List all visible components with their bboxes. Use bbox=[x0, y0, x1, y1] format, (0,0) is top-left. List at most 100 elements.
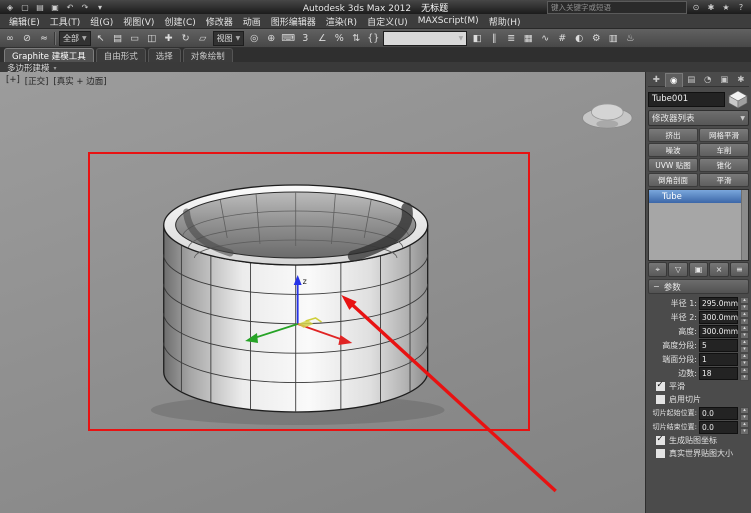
viewport-pov-label[interactable]: [正交] bbox=[25, 75, 49, 87]
menu-item[interactable]: 修改器 bbox=[201, 14, 238, 28]
menu-item[interactable]: 自定义(U) bbox=[362, 14, 413, 28]
rectangular-selection-region-icon[interactable]: ▭ bbox=[127, 31, 143, 46]
named-selection-sets-combo[interactable]: ▼ bbox=[383, 30, 468, 46]
parameter-value-field[interactable]: 0.0 bbox=[699, 406, 738, 420]
use-pivot-center-icon[interactable]: ◎ bbox=[246, 31, 262, 46]
viewport-general-menu[interactable]: [+] bbox=[6, 75, 20, 87]
parameter-value-field[interactable]: 18 bbox=[699, 366, 738, 380]
modifier-list-dropdown[interactable]: 修改器列表 ▼ bbox=[648, 110, 749, 126]
reference-coordinate-dropdown[interactable]: 视图 ▼ bbox=[212, 30, 245, 46]
show-end-result-icon[interactable]: ▽ bbox=[668, 262, 688, 277]
modifier-stack-item[interactable]: Tube bbox=[649, 190, 748, 203]
menu-item[interactable]: 图形编辑器 bbox=[266, 14, 321, 28]
viewport[interactable]: [+] [正交] [真实 + 边面] z bbox=[0, 72, 645, 513]
menu-item[interactable]: 工具(T) bbox=[45, 14, 86, 28]
modifier-stack[interactable]: Tube bbox=[648, 189, 749, 261]
modifier-preset-button[interactable]: 网格平滑 bbox=[699, 128, 749, 142]
modifier-preset-button[interactable]: UVW 贴图 bbox=[648, 158, 698, 172]
parameter-value-field[interactable]: 300.0mm bbox=[699, 310, 738, 324]
modifier-preset-button[interactable]: 锥化 bbox=[699, 158, 749, 172]
redo-icon[interactable]: ↷ bbox=[78, 1, 92, 13]
viewport-shading-label[interactable]: [真实 + 边面] bbox=[53, 75, 106, 87]
parameter-value-field[interactable]: 295.0mm bbox=[699, 296, 738, 310]
tab-hierarchy-icon[interactable]: ▤ bbox=[683, 73, 700, 87]
object-name-field[interactable]: Tube001 bbox=[648, 91, 725, 107]
curve-editor-icon[interactable]: ∿ bbox=[537, 31, 553, 46]
angle-snap-icon[interactable]: ∠ bbox=[314, 31, 330, 46]
spinner-arrows[interactable]: ▴ ▾ bbox=[740, 407, 749, 421]
ribbon-tab[interactable]: Graphite 建模工具 bbox=[4, 48, 94, 62]
edit-named-selection-sets-icon[interactable]: {} bbox=[365, 31, 381, 46]
help-icon[interactable]: ? bbox=[734, 1, 748, 13]
checkbox[interactable] bbox=[655, 448, 666, 459]
select-object-icon[interactable]: ↖ bbox=[93, 31, 109, 46]
keyboard-shortcut-override-icon[interactable]: ⌨ bbox=[280, 31, 296, 46]
spinner-arrows[interactable]: ▴ ▾ bbox=[740, 353, 749, 367]
search-input[interactable] bbox=[547, 0, 687, 14]
chevron-down-icon[interactable]: ▾ bbox=[54, 65, 57, 72]
modifier-preset-button[interactable]: 车削 bbox=[699, 143, 749, 157]
modifier-preset-button[interactable]: 挤出 bbox=[648, 128, 698, 142]
project-menu-icon[interactable]: ▾ bbox=[93, 1, 107, 13]
menu-item[interactable]: MAXScript(M) bbox=[413, 14, 484, 28]
modifier-preset-button[interactable]: 噪波 bbox=[648, 143, 698, 157]
spinner-arrows[interactable]: ▴ ▾ bbox=[740, 421, 749, 435]
menu-item[interactable]: 动画 bbox=[238, 14, 266, 28]
save-scene-icon[interactable]: ▣ bbox=[48, 1, 62, 13]
menu-item[interactable]: 帮助(H) bbox=[484, 14, 526, 28]
modifier-preset-button[interactable]: 平滑 bbox=[699, 173, 749, 187]
favorites-icon[interactable]: ★ bbox=[719, 1, 733, 13]
spinner-arrows[interactable]: ▴ ▾ bbox=[740, 297, 749, 311]
schematic-view-icon[interactable]: # bbox=[554, 31, 570, 46]
scrollbar[interactable] bbox=[741, 190, 748, 260]
parameter-value-field[interactable]: 300.0mm bbox=[699, 324, 738, 338]
checkbox[interactable] bbox=[655, 434, 666, 446]
configure-modifier-sets-icon[interactable]: ≡ bbox=[729, 262, 750, 277]
ribbon-tab[interactable]: 对象绘制 bbox=[182, 48, 233, 62]
material-editor-icon[interactable]: ◐ bbox=[571, 31, 587, 46]
selection-filter-dropdown[interactable]: 全部 ▼ bbox=[59, 30, 91, 46]
ribbon-tab[interactable]: 自由形式 bbox=[95, 48, 146, 62]
app-logo-icon[interactable]: ◈ bbox=[3, 1, 17, 13]
tab-create-icon[interactable]: ✚ bbox=[648, 73, 665, 87]
select-and-rotate-icon[interactable]: ↻ bbox=[178, 31, 194, 46]
pin-stack-icon[interactable]: ⌖ bbox=[648, 262, 668, 277]
menu-item[interactable]: 编辑(E) bbox=[4, 14, 45, 28]
spinner-arrows[interactable]: ▴ ▾ bbox=[740, 325, 749, 339]
viewcube[interactable] bbox=[582, 103, 633, 129]
search-icon[interactable]: ⊙ bbox=[689, 1, 703, 13]
viewport-canvas[interactable]: z bbox=[0, 72, 645, 513]
remove-modifier-icon[interactable]: × bbox=[709, 262, 729, 277]
menu-item[interactable]: 渲染(R) bbox=[321, 14, 362, 28]
align-icon[interactable]: ∥ bbox=[486, 31, 502, 46]
spinner-arrows[interactable]: ▴ ▾ bbox=[740, 311, 749, 325]
menu-item[interactable]: 创建(C) bbox=[159, 14, 200, 28]
modifier-preset-button[interactable]: 倒角剖面 bbox=[648, 173, 698, 187]
select-and-scale-icon[interactable]: ▱ bbox=[195, 31, 211, 46]
select-and-manipulate-icon[interactable]: ⊕ bbox=[263, 31, 279, 46]
window-crossing-icon[interactable]: ◫ bbox=[144, 31, 160, 46]
spinner-arrows[interactable]: ▴ ▾ bbox=[740, 367, 749, 381]
select-and-link-icon[interactable]: ∞ bbox=[2, 31, 18, 46]
open-scene-icon[interactable]: ▤ bbox=[33, 1, 47, 13]
parameter-value-field[interactable]: 5 bbox=[699, 338, 738, 352]
select-by-name-icon[interactable]: ▤ bbox=[110, 31, 126, 46]
tab-utilities-icon[interactable]: ✱ bbox=[732, 73, 749, 87]
parameter-value-field[interactable]: 1 bbox=[699, 352, 738, 366]
tab-display-icon[interactable]: ▣ bbox=[716, 73, 733, 87]
graphite-ribbon-toggle-icon[interactable]: ▦ bbox=[520, 31, 536, 46]
parameters-rollout-header[interactable]: − 参数 bbox=[648, 279, 749, 294]
tab-modify-icon[interactable]: ◉ bbox=[664, 73, 683, 87]
new-scene-icon[interactable]: ▢ bbox=[18, 1, 32, 13]
checkbox[interactable] bbox=[655, 380, 666, 392]
make-unique-icon[interactable]: ▣ bbox=[688, 262, 709, 277]
spinner-snap-icon[interactable]: ⇅ bbox=[348, 31, 364, 46]
snaps-toggle-3d-icon[interactable]: 3 bbox=[297, 31, 313, 46]
menu-item[interactable]: 视图(V) bbox=[118, 14, 159, 28]
spinner-arrows[interactable]: ▴ ▾ bbox=[740, 339, 749, 353]
layer-manager-icon[interactable]: ≣ bbox=[503, 31, 519, 46]
mirror-icon[interactable]: ◧ bbox=[469, 31, 485, 46]
menu-item[interactable]: 组(G) bbox=[85, 14, 118, 28]
undo-icon[interactable]: ↶ bbox=[63, 1, 77, 13]
ribbon-tab[interactable]: 选择 bbox=[147, 48, 181, 62]
